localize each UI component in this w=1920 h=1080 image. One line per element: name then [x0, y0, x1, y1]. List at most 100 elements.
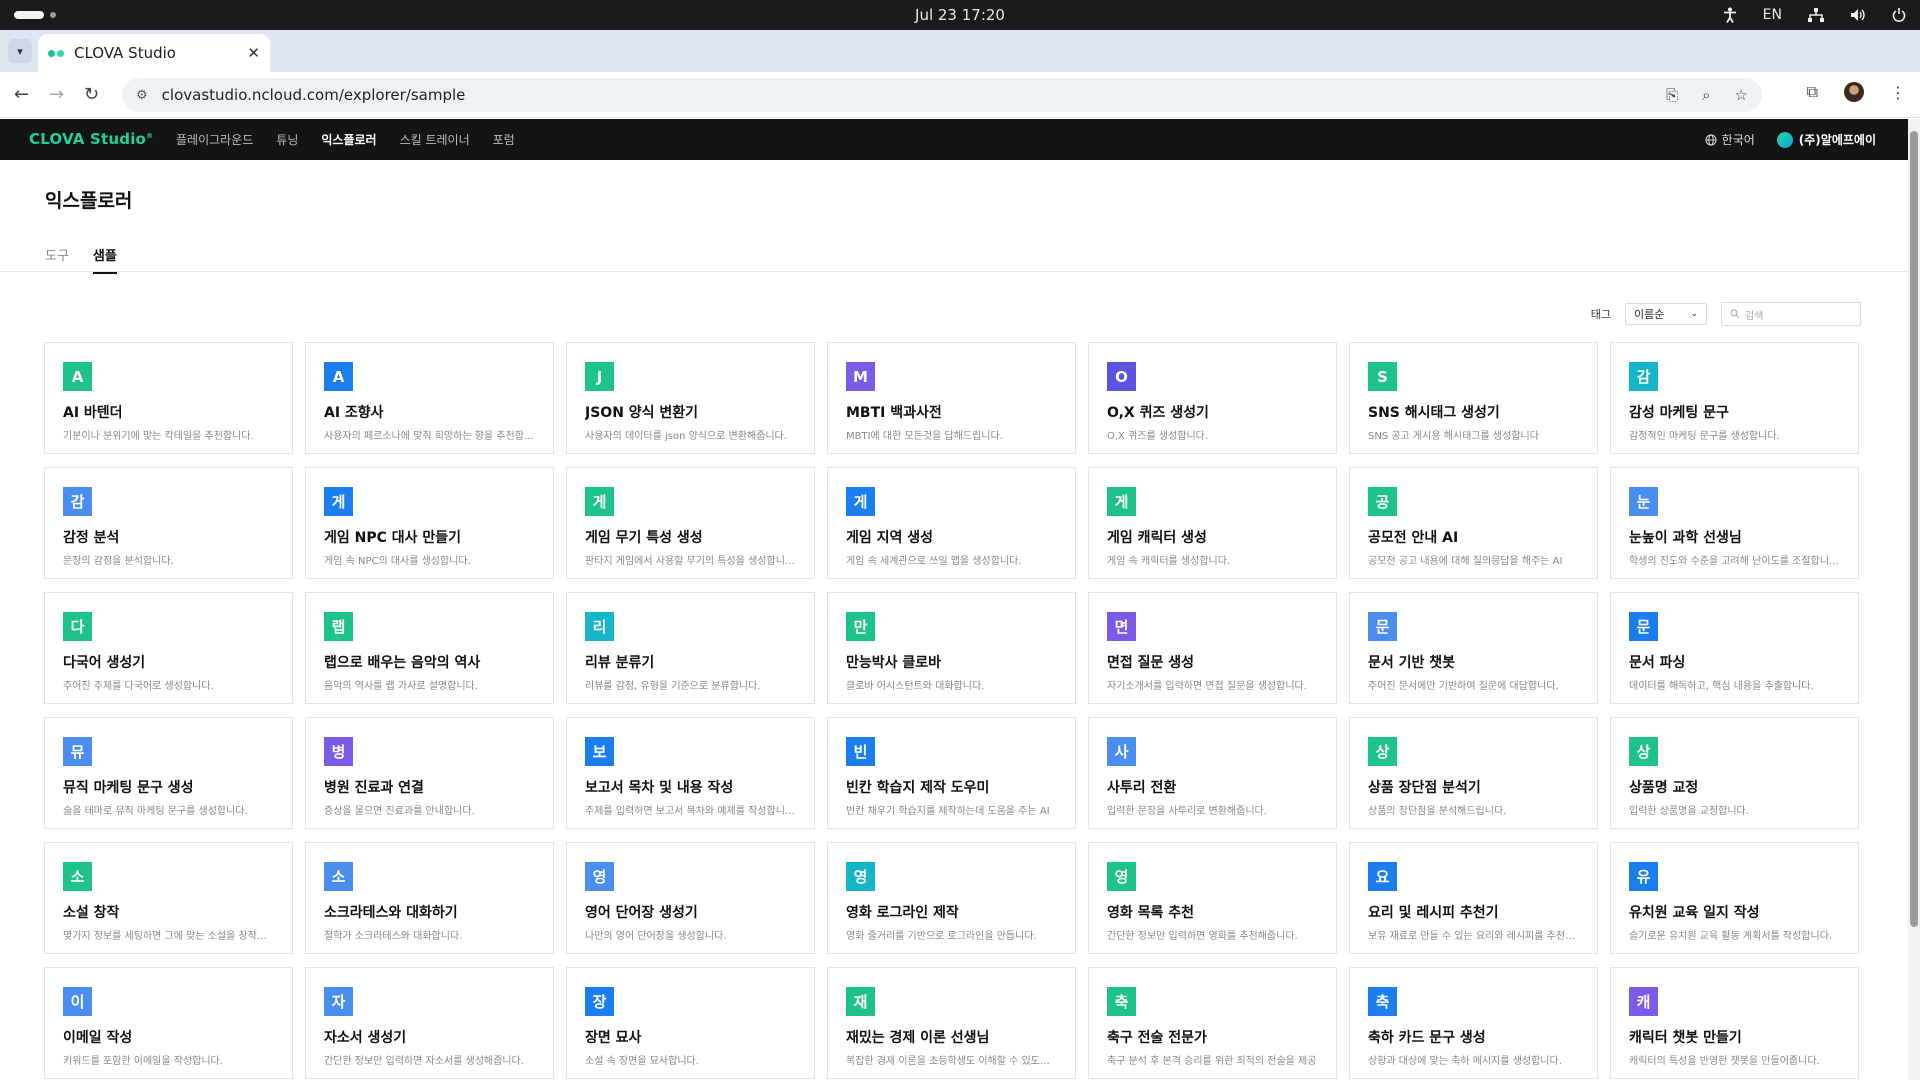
- sample-card[interactable]: 영 영화 목록 추천 간단한 정보만 입력하면 영화를 추천해줍니다.: [1088, 842, 1337, 954]
- browser-menu-kebab-icon[interactable]: ⋮: [1890, 83, 1906, 102]
- sample-card[interactable]: 이 이메일 작성 키워드를 포함한 이메일을 작성합니다.: [44, 967, 293, 1079]
- sample-card[interactable]: 눈 눈높이 과학 선생님 학생의 진도와 수준을 고려해 난이도를 조절합니다.: [1610, 467, 1859, 579]
- sample-card[interactable]: 보 보고서 목차 및 내용 작성 주제를 입력하면 보고서 목차와 예제를 작성합니…: [566, 717, 815, 829]
- nav-item-3[interactable]: 스킬 트레이너: [400, 131, 470, 148]
- sample-card[interactable]: 게 게임 지역 생성 게임 속 세계관으로 쓰일 맵을 생성합니다.: [827, 467, 1076, 579]
- sample-card[interactable]: 랩 랩으로 배우는 음악의 역사 음악의 역사를 랩 가사로 설명합니다.: [305, 592, 554, 704]
- sample-card[interactable]: 뮤 뮤직 마케팅 문구 생성 술을 테마로 뮤직 마케팅 문구를 생성합니다.: [44, 717, 293, 829]
- sample-description: O,X 퀴즈를 생성합니다.: [1107, 431, 1209, 442]
- sample-name: O,X 퀴즈 생성기: [1107, 405, 1209, 421]
- sample-badge-icon: 면: [1107, 612, 1136, 641]
- url-text[interactable]: clovastudio.ncloud.com/explorer/sample: [162, 86, 466, 104]
- subtab-0[interactable]: 도구: [45, 245, 69, 274]
- sort-select[interactable]: 이름순 ⌄: [1625, 303, 1707, 325]
- clova-studio-logo[interactable]: CLOVA Studio®: [29, 130, 153, 148]
- nav-item-4[interactable]: 포럼: [493, 131, 515, 148]
- sample-description: 감정적인 마케팅 문구를 생성합니다.: [1629, 431, 1780, 442]
- sample-card[interactable]: 문 문서 파싱 데이터를 해독하고, 핵심 내용을 추출합니다.: [1610, 592, 1859, 704]
- profile-avatar[interactable]: [1844, 82, 1864, 102]
- org-account-menu[interactable]: (주)알에프에이: [1776, 131, 1876, 148]
- sample-card[interactable]: 장 장면 묘사 소설 속 장면을 묘사합니다.: [566, 967, 815, 1079]
- sample-card[interactable]: 영 영어 단어장 생성기 나만의 영어 단어장을 생성합니다.: [566, 842, 815, 954]
- sample-card[interactable]: 유 유치원 교육 일지 작성 슬기로운 유치원 교육 활동 계획서를 작성합니다.: [1610, 842, 1859, 954]
- sample-card[interactable]: A AI 바텐더 기분이나 분위기에 맞는 칵테일을 추천합니다.: [44, 342, 293, 454]
- network-icon[interactable]: [1808, 8, 1824, 22]
- language-selector[interactable]: 한국어: [1705, 131, 1755, 148]
- sample-card[interactable]: 병 병원 진료과 연결 증상을 물으면 진료과를 안내합니다.: [305, 717, 554, 829]
- sample-card[interactable]: 축 축하 카드 문구 생성 상황과 대상에 맞는 축하 메시지를 생성합니다.: [1349, 967, 1598, 1079]
- sample-description: 복잡한 경제 이론을 초등학생도 이해할 수 있도록 설명합니다.: [846, 1056, 1057, 1067]
- sample-description: 소설 속 장면을 묘사합니다.: [585, 1056, 699, 1067]
- sample-badge-icon: J: [585, 362, 614, 391]
- sample-description: 리뷰를 감정, 유형을 기준으로 분류합니다.: [585, 681, 761, 692]
- nav-item-2[interactable]: 익스플로러: [321, 131, 376, 148]
- power-icon[interactable]: [1892, 8, 1906, 22]
- sample-card[interactable]: 빈 빈칸 학습지 제작 도우미 빈칸 채우기 학습지를 제작하는데 도움을 주는 A…: [827, 717, 1076, 829]
- globe-icon: [1705, 134, 1717, 145]
- sample-card[interactable]: 감 감성 마케팅 문구 감정적인 마케팅 문구를 생성합니다.: [1610, 342, 1859, 454]
- sample-card[interactable]: 게 게임 캐릭터 생성 게임 속 캐릭터를 생성합니다.: [1088, 467, 1337, 579]
- tag-filter-button[interactable]: 태그: [1591, 306, 1611, 322]
- sample-card[interactable]: 소 소크라테스와 대화하기 철학가 소크라테스와 대화합니다.: [305, 842, 554, 954]
- keyboard-language[interactable]: EN: [1763, 7, 1782, 23]
- search-input[interactable]: 검색: [1721, 302, 1861, 326]
- reload-icon[interactable]: ↻: [84, 84, 99, 105]
- page-scrollbar-thumb[interactable]: [1910, 131, 1918, 927]
- accessibility-icon[interactable]: [1723, 7, 1737, 23]
- site-info-icon[interactable]: ⚙: [136, 88, 148, 103]
- sample-card[interactable]: 영 영화 로그라인 제작 영화 줄거리를 기반으로 로그라인을 만듭니다.: [827, 842, 1076, 954]
- sample-card[interactable]: S SNS 해시태그 생성기 SNS 공고 게시용 해시태그를 생성합니다: [1349, 342, 1598, 454]
- sample-badge-icon: 감: [1629, 362, 1658, 391]
- sample-name: 병원 진료과 연결: [324, 780, 424, 796]
- os-clock[interactable]: Jul 23 17:20: [0, 6, 1920, 24]
- sample-card[interactable]: 상 상품 장단점 분석기 상품의 장단점을 분석해드립니다.: [1349, 717, 1598, 829]
- volume-icon[interactable]: [1850, 8, 1866, 22]
- sample-card[interactable]: 게 게임 무기 특성 생성 판타지 게임에서 사용할 무기의 특성을 생성합니다.: [566, 467, 815, 579]
- sample-description: 주제를 입력하면 보고서 목차와 예제를 작성합니다.: [585, 806, 796, 817]
- sample-card[interactable]: 요 요리 및 레시피 추천기 보유 재료로 만들 수 있는 요리와 레시피를 추천합…: [1349, 842, 1598, 954]
- sample-badge-icon: 게: [846, 487, 875, 516]
- search-icon: [1730, 309, 1740, 319]
- sample-card[interactable]: 소 소설 창작 몇가지 정보를 세팅하면 그에 맞는 소설을 창작합니다.: [44, 842, 293, 954]
- bookmark-star-icon[interactable]: ☆: [1735, 86, 1748, 104]
- subtab-1[interactable]: 샘플: [92, 245, 117, 274]
- close-tab-icon[interactable]: ✕: [247, 44, 260, 62]
- sample-card[interactable]: 문 문서 기반 챗봇 주어진 문서에만 기반하여 질문에 대답합니다.: [1349, 592, 1598, 704]
- sample-description: 주어진 주제를 다국어로 생성합니다.: [63, 681, 214, 692]
- extensions-puzzle-icon[interactable]: ⧉: [1807, 82, 1818, 102]
- sample-badge-icon: 뮤: [63, 737, 92, 766]
- sample-card[interactable]: 상 상품명 교정 입력한 상품명을 교정합니다.: [1610, 717, 1859, 829]
- sample-description: 음악의 역사를 랩 가사로 설명합니다.: [324, 681, 478, 692]
- sample-description: 입력한 상품명을 교정합니다.: [1629, 806, 1749, 817]
- nav-item-0[interactable]: 플레이그라운드: [176, 131, 253, 148]
- sample-card[interactable]: 리 리뷰 분류기 리뷰를 감정, 유형을 기준으로 분류합니다.: [566, 592, 815, 704]
- sample-card[interactable]: 게 게임 NPC 대사 만들기 게임 속 NPC의 대사를 생성합니다.: [305, 467, 554, 579]
- sample-description: 클로바 어시스턴트와 대화합니다.: [846, 681, 985, 692]
- sample-card[interactable]: 자 자소서 생성기 간단한 정보만 입력하면 자소서를 생성해줍니다.: [305, 967, 554, 1079]
- sample-card[interactable]: 다 다국어 생성기 주어진 주제를 다국어로 생성합니다.: [44, 592, 293, 704]
- forward-arrow-icon[interactable]: →: [49, 84, 64, 105]
- nav-item-1[interactable]: 튜닝: [276, 131, 298, 148]
- sample-card[interactable]: 만 만능박사 클로바 클로바 어시스턴트와 대화합니다.: [827, 592, 1076, 704]
- zoom-icon[interactable]: ⌕: [1702, 86, 1710, 104]
- sample-card[interactable]: 면 면접 질문 생성 자기소개서를 입력하면 면접 질문을 생성합니다.: [1088, 592, 1337, 704]
- sample-card[interactable]: M MBTI 백과사전 MBTI에 대한 모든것을 답해드립니다.: [827, 342, 1076, 454]
- sample-card[interactable]: A AI 조향사 사용자의 페르소나에 맞춰 희망하는 향을 추천합니다.: [305, 342, 554, 454]
- sample-card[interactable]: 캐 캐릭터 챗봇 만들기 캐릭터의 특성을 반영한 챗봇을 만들어줍니다.: [1610, 967, 1859, 1079]
- sample-name: 영어 단어장 생성기: [585, 905, 698, 921]
- tab-search-chevron-icon[interactable]: ▾: [8, 39, 32, 63]
- sample-card[interactable]: 재 재밌는 경제 이론 선생님 복잡한 경제 이론을 초등학생도 이해할 수 있도록…: [827, 967, 1076, 1079]
- browser-tab[interactable]: CLOVA Studio ✕: [38, 34, 270, 72]
- back-arrow-icon[interactable]: ←: [14, 84, 29, 105]
- sample-card[interactable]: 감 감정 분석 문장의 감정을 분석합니다.: [44, 467, 293, 579]
- sample-card[interactable]: O O,X 퀴즈 생성기 O,X 퀴즈를 생성합니다.: [1088, 342, 1337, 454]
- install-app-icon[interactable]: ⎘: [1666, 86, 1678, 104]
- subtab-divider: [0, 271, 1908, 272]
- sample-card[interactable]: 축 축구 전술 전문가 축구 분석 후 본격 승리를 위한 최적의 전술을 제공: [1088, 967, 1337, 1079]
- sample-badge-icon: 만: [846, 612, 875, 641]
- sample-card[interactable]: 공 공모전 안내 AI 공모전 공고 내용에 대해 질의응답을 해주는 AI: [1349, 467, 1598, 579]
- sample-badge-icon: 게: [1107, 487, 1136, 516]
- sample-card[interactable]: J JSON 양식 변환기 사용자의 데이터를 json 양식으로 변환해줍니다.: [566, 342, 815, 454]
- sample-card[interactable]: 사 사투리 전환 입력한 문장을 사투리로 변환해줍니다.: [1088, 717, 1337, 829]
- address-bar[interactable]: ⚙ clovastudio.ncloud.com/explorer/sample…: [122, 78, 1762, 112]
